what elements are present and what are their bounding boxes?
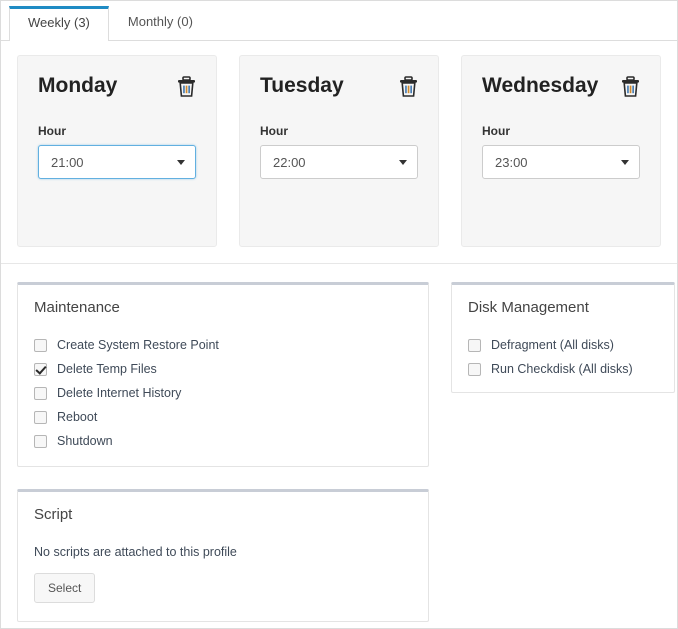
trash-icon — [177, 75, 196, 100]
disk-management-title: Disk Management — [468, 299, 589, 316]
select-script-button[interactable]: Select — [34, 573, 96, 603]
trash-icon — [399, 75, 418, 100]
hour-select-value: 23:00 — [495, 154, 528, 170]
checkbox-label: Shutdown — [57, 434, 113, 448]
panels-area: Maintenance Create System Restore Point … — [1, 264, 677, 628]
checkbox-row-delete-temp-files[interactable]: Delete Temp Files — [34, 362, 412, 376]
schedule-card-tuesday: Tuesday Hour 22:00 — [239, 55, 439, 247]
script-title: Script — [34, 506, 73, 523]
tab-monthly[interactable]: Monthly (0) — [109, 6, 212, 40]
hour-label: Hour — [260, 124, 288, 138]
checkbox-row-create-system-restore-point[interactable]: Create System Restore Point — [34, 338, 412, 352]
checkbox-row-run-checkdisk[interactable]: Run Checkdisk (All disks) — [468, 362, 658, 376]
schedule-card-wednesday: Wednesday Hour 23:00 — [461, 55, 661, 247]
checkbox-icon[interactable] — [34, 362, 47, 376]
hour-select-tuesday[interactable]: 22:00 — [260, 145, 418, 179]
maintenance-title: Maintenance — [34, 299, 120, 316]
script-panel: Script No scripts are attached to this p… — [17, 489, 429, 622]
hour-label: Hour — [482, 124, 510, 138]
card-header: Wednesday — [482, 74, 640, 98]
hour-select-value: 22:00 — [273, 154, 306, 170]
checkbox-label: Delete Internet History — [57, 386, 182, 400]
right-panel-column: Disk Management Defragment (All disks) R… — [451, 282, 675, 415]
hour-select-monday[interactable]: 21:00 — [38, 145, 196, 179]
delete-schedule-button[interactable] — [399, 75, 418, 100]
delete-schedule-button[interactable] — [177, 75, 196, 100]
disk-management-panel: Disk Management Defragment (All disks) R… — [451, 282, 675, 393]
checkbox-icon[interactable] — [468, 362, 481, 376]
hour-select-wednesday[interactable]: 23:00 — [482, 145, 640, 179]
chevron-down-icon — [177, 160, 185, 165]
chevron-down-icon — [399, 160, 407, 165]
checkbox-row-reboot[interactable]: Reboot — [34, 410, 412, 424]
tab-weekly-label: Weekly (3) — [28, 15, 90, 30]
checkbox-row-delete-internet-history[interactable]: Delete Internet History — [34, 386, 412, 400]
checkbox-label: Reboot — [57, 410, 98, 424]
tab-strip: Weekly (3) Monthly (0) — [1, 1, 677, 41]
delete-schedule-button[interactable] — [621, 75, 640, 100]
day-title: Monday — [38, 74, 118, 97]
disk-management-options: Defragment (All disks) Run Checkdisk (Al… — [468, 338, 658, 376]
checkbox-label: Run Checkdisk (All disks) — [491, 362, 633, 376]
chevron-down-icon — [621, 160, 629, 165]
maintenance-panel: Maintenance Create System Restore Point … — [17, 282, 429, 467]
checkbox-label: Create System Restore Point — [57, 338, 219, 352]
day-title: Wednesday — [482, 74, 599, 97]
left-panel-column: Maintenance Create System Restore Point … — [17, 282, 429, 628]
checkbox-label: Defragment (All disks) — [491, 338, 614, 352]
hour-select-value: 21:00 — [51, 154, 84, 170]
checkbox-icon[interactable] — [34, 338, 47, 352]
checkbox-icon[interactable] — [468, 338, 481, 352]
checkbox-row-defragment[interactable]: Defragment (All disks) — [468, 338, 658, 352]
checkbox-icon[interactable] — [34, 410, 47, 424]
trash-icon — [621, 75, 640, 100]
checkbox-label: Delete Temp Files — [57, 362, 157, 376]
schedule-card-monday: Monday Hour 21:00 — [17, 55, 217, 247]
maintenance-options: Create System Restore Point Delete Temp … — [34, 338, 412, 448]
checkbox-icon[interactable] — [34, 434, 47, 448]
tab-monthly-label: Monthly (0) — [127, 14, 193, 29]
script-empty-message: No scripts are attached to this profile — [34, 545, 237, 559]
tab-weekly[interactable]: Weekly (3) — [9, 6, 109, 41]
card-header: Tuesday — [260, 74, 418, 98]
checkbox-icon[interactable] — [34, 386, 47, 400]
checkbox-row-shutdown[interactable]: Shutdown — [34, 434, 412, 448]
day-title: Tuesday — [260, 74, 344, 97]
card-header: Monday — [38, 74, 196, 98]
app-viewport: Weekly (3) Monthly (0) Monday Hour 21:00… — [0, 0, 678, 629]
schedule-cards-row: Monday Hour 21:00 Tuesday Hour 22:00 Wed… — [1, 41, 677, 247]
hour-label: Hour — [38, 124, 66, 138]
